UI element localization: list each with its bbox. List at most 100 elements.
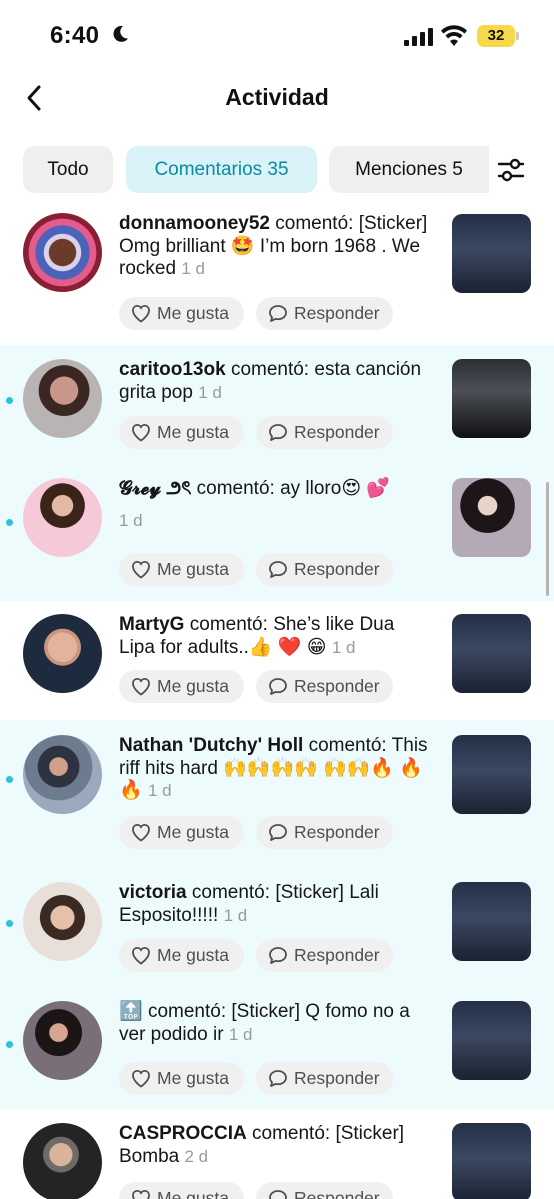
username[interactable]: Nathan 'Dutchy' Holl bbox=[119, 735, 303, 756]
heart-icon bbox=[132, 1069, 150, 1088]
reply-button[interactable]: Responder bbox=[256, 297, 393, 330]
list-item[interactable]: Nathan 'Dutchy' Holl comentó: This riff … bbox=[0, 720, 554, 865]
comment-actions: Me gusta Responder bbox=[119, 416, 394, 449]
list-item[interactable]: caritoo13ok comentó: esta canción grita … bbox=[0, 345, 554, 464]
username[interactable]: MartyG bbox=[119, 614, 184, 635]
like-button[interactable]: Me gusta bbox=[119, 1062, 244, 1095]
commented-label: comentó: bbox=[275, 213, 354, 234]
heart-icon bbox=[132, 1189, 150, 1199]
reply-button[interactable]: Responder bbox=[256, 553, 393, 586]
timestamp: 1 d bbox=[181, 259, 205, 278]
reply-button[interactable]: Responder bbox=[256, 416, 393, 449]
like-button[interactable]: Me gusta bbox=[119, 297, 244, 330]
username[interactable]: 𝓖𝓻𝓮𝔂 ౨ৎ bbox=[119, 478, 191, 499]
list-item[interactable]: victoria comentó: [Sticker] Lali Esposit… bbox=[0, 865, 554, 986]
username[interactable]: donnamooney52 bbox=[119, 213, 270, 234]
list-item[interactable]: donnamooney52 comentó: [Sticker] Omg bri… bbox=[0, 206, 554, 345]
avatar[interactable] bbox=[23, 614, 102, 693]
list-item[interactable]: MartyG comentó: She’s like Dua Lipa for … bbox=[0, 601, 554, 720]
heart-icon bbox=[132, 560, 150, 579]
video-thumbnail[interactable] bbox=[452, 214, 531, 293]
avatar[interactable] bbox=[23, 478, 102, 557]
like-label: Me gusta bbox=[157, 945, 229, 965]
speech-bubble-icon bbox=[269, 678, 287, 695]
video-thumbnail[interactable] bbox=[452, 735, 531, 814]
like-label: Me gusta bbox=[157, 822, 229, 842]
tab-todo[interactable]: Todo bbox=[23, 146, 113, 193]
reply-label: Responder bbox=[294, 303, 380, 323]
list-item[interactable]: CASPROCCIA comentó: [Sticker] Bomba 2 d … bbox=[0, 1109, 554, 1199]
comment-actions: Me gusta Responder bbox=[119, 670, 394, 703]
like-label: Me gusta bbox=[157, 559, 229, 579]
avatar[interactable] bbox=[23, 359, 102, 438]
timestamp: 1 d bbox=[331, 637, 356, 657]
timestamp: 1 d bbox=[198, 382, 222, 402]
scrollbar[interactable] bbox=[546, 482, 549, 596]
reply-button[interactable]: Responder bbox=[256, 939, 393, 972]
comment-actions: Me gusta Responder bbox=[119, 553, 394, 586]
avatar[interactable] bbox=[23, 1001, 102, 1080]
unread-dot bbox=[6, 397, 13, 404]
filter-tabs: Todo Comentarios 35 Menciones 5 bbox=[0, 146, 554, 194]
wifi-icon bbox=[441, 25, 467, 46]
video-thumbnail[interactable] bbox=[452, 478, 531, 557]
like-label: Me gusta bbox=[157, 676, 229, 696]
comment-text: MartyG comentó: She’s like Dua Lipa for … bbox=[119, 614, 435, 659]
avatar[interactable] bbox=[23, 735, 102, 814]
heart-icon bbox=[132, 823, 150, 842]
filter-button[interactable] bbox=[494, 154, 528, 186]
reply-button[interactable]: Responder bbox=[256, 670, 393, 703]
avatar[interactable] bbox=[23, 882, 102, 961]
speech-bubble-icon bbox=[269, 424, 287, 441]
username[interactable]: 🔝 bbox=[119, 1001, 143, 1022]
reply-label: Responder bbox=[294, 1068, 380, 1088]
video-thumbnail[interactable] bbox=[452, 1001, 531, 1080]
speech-bubble-icon bbox=[269, 824, 287, 841]
heart-icon bbox=[132, 946, 150, 965]
unread-dot bbox=[6, 519, 13, 526]
reply-label: Responder bbox=[294, 559, 380, 579]
like-button[interactable]: Me gusta bbox=[119, 416, 244, 449]
video-thumbnail[interactable] bbox=[452, 1123, 531, 1199]
avatar[interactable] bbox=[23, 1123, 102, 1199]
avatar[interactable] bbox=[23, 213, 102, 292]
reply-label: Responder bbox=[294, 945, 380, 965]
reply-button[interactable]: Responder bbox=[256, 1182, 393, 1199]
comment-text: 🔝 comentó: [Sticker] Q fomo no a ver pod… bbox=[119, 1001, 435, 1046]
like-button[interactable]: Me gusta bbox=[119, 1182, 244, 1199]
username[interactable]: CASPROCCIA bbox=[119, 1123, 247, 1144]
unread-dot bbox=[6, 776, 13, 783]
video-thumbnail[interactable] bbox=[452, 614, 531, 693]
filter-sliders-icon bbox=[497, 158, 525, 182]
moon-icon bbox=[113, 25, 128, 42]
header: Actividad bbox=[0, 72, 554, 128]
username[interactable]: caritoo13ok bbox=[119, 359, 226, 380]
like-button[interactable]: Me gusta bbox=[119, 553, 244, 586]
heart-icon bbox=[132, 423, 150, 442]
video-thumbnail[interactable] bbox=[452, 882, 531, 961]
speech-bubble-icon bbox=[269, 305, 287, 322]
video-thumbnail[interactable] bbox=[452, 359, 531, 438]
comment-text: Nathan 'Dutchy' Holl comentó: This riff … bbox=[119, 735, 435, 803]
tab-comentarios[interactable]: Comentarios 35 bbox=[126, 146, 317, 193]
commented-label: comentó: bbox=[189, 614, 268, 635]
commented-label: comentó: bbox=[252, 1123, 331, 1144]
list-item[interactable]: 𝓖𝓻𝓮𝔂 ౨ৎ comentó: ay lloro😍 💕 1 d Me gust… bbox=[0, 464, 554, 601]
reply-label: Responder bbox=[294, 676, 380, 696]
username[interactable]: victoria bbox=[119, 882, 187, 903]
list-item[interactable]: 🔝 comentó: [Sticker] Q fomo no a ver pod… bbox=[0, 986, 554, 1109]
commented-label: comentó: bbox=[191, 882, 271, 903]
tab-menciones[interactable]: Menciones 5 bbox=[329, 146, 489, 193]
reply-label: Responder bbox=[294, 822, 380, 842]
like-button[interactable]: Me gusta bbox=[119, 816, 244, 849]
reply-button[interactable]: Responder bbox=[256, 1062, 393, 1095]
like-label: Me gusta bbox=[157, 422, 229, 442]
like-button[interactable]: Me gusta bbox=[119, 670, 244, 703]
status-bar: 6:40 32 bbox=[0, 0, 554, 72]
status-time: 6:40 bbox=[50, 22, 100, 49]
speech-bubble-icon bbox=[269, 1070, 287, 1087]
reply-button[interactable]: Responder bbox=[256, 816, 393, 849]
like-button[interactable]: Me gusta bbox=[119, 939, 244, 972]
commented-label: comentó: bbox=[196, 478, 275, 499]
commented-label: comentó: bbox=[230, 359, 310, 380]
